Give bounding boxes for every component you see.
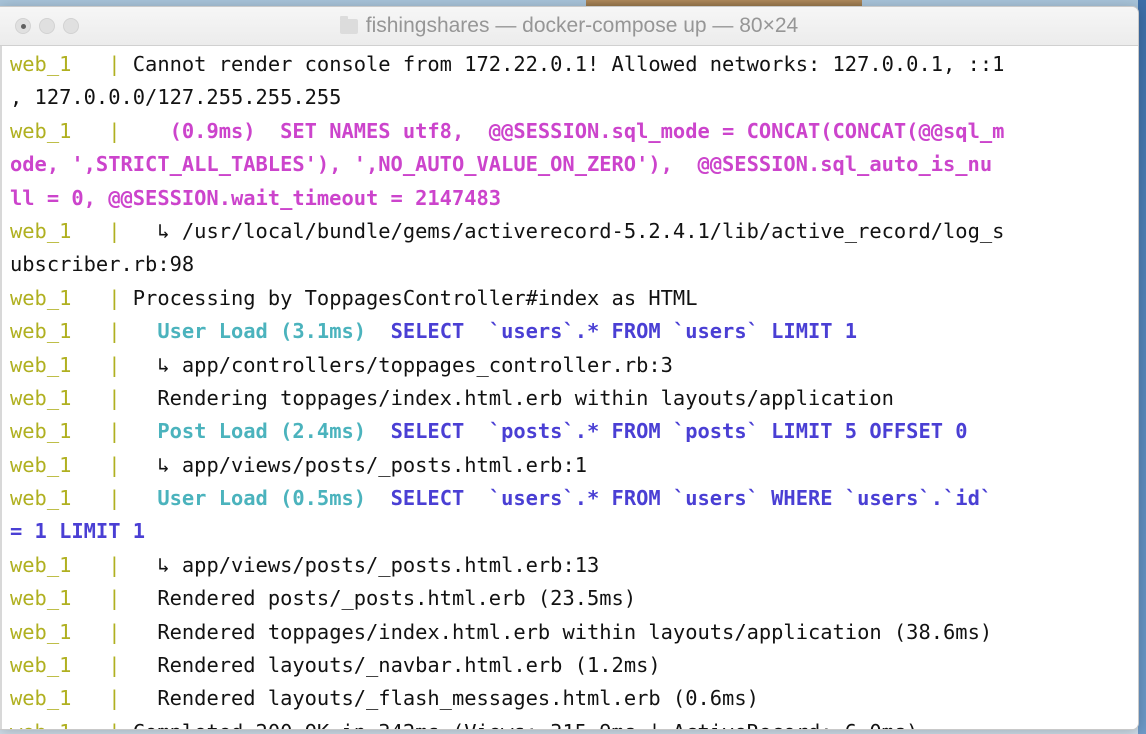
terminal-text-span: = 1 LIMIT 1 — [10, 519, 146, 544]
desktop-right-strip — [1138, 0, 1146, 734]
terminal-text-span: web_1 — [10, 419, 109, 444]
terminal-text-span: Processing by ToppagesController#index a… — [132, 285, 698, 310]
terminal-text-span: Completed 200 OK in 342ms (Views: 315.9m… — [133, 720, 919, 729]
terminal-text-span: ↳ /usr/local/bundle/gems/activerecord-5.… — [132, 218, 1005, 243]
terminal-text-span: , 127.0.0.0/127.255.255.255 — [10, 85, 342, 110]
terminal-text-span: SELECT `users`.* FROM `users` LIMIT 1 — [366, 319, 858, 344]
terminal-line: web_1 | Rendered toppages/index.html.erb… — [10, 616, 1138, 649]
terminal-line: web_1 | Rendered posts/_posts.html.erb (… — [10, 582, 1138, 615]
terminal-line: web_1 | User Load (3.1ms) SELECT `users`… — [10, 315, 1138, 348]
terminal-text-span: User Load (3.1ms) — [132, 319, 367, 344]
terminal-text-span: | — [108, 586, 133, 611]
terminal-text-span: SELECT `users`.* FROM `users` WHERE `use… — [366, 486, 993, 511]
terminal-text-span: (0.9ms) SET NAMES utf8, @@SESSION.sql_mo… — [132, 118, 1005, 143]
terminal-text-span: ↳ app/controllers/toppages_controller.rb… — [132, 352, 673, 377]
terminal-line: web_1 | Post Load (2.4ms) SELECT `posts`… — [10, 415, 1138, 448]
terminal-line: web_1 | Processing by ToppagesController… — [10, 282, 1138, 315]
terminal-text-span: web_1 — [10, 686, 109, 711]
terminal-text-span: web_1 — [10, 118, 109, 143]
terminal-output-area[interactable]: web_1 | Cannot render console from 172.2… — [0, 46, 1138, 729]
terminal-text-span: | — [108, 720, 133, 729]
terminal-text-span: web_1 — [10, 385, 109, 410]
terminal-text-span: ↳ app/views/posts/_posts.html.erb:13 — [132, 552, 600, 577]
terminal-text-span: | — [108, 385, 133, 410]
close-button[interactable] — [15, 18, 31, 34]
terminal-text-span: | — [108, 352, 133, 377]
terminal-line: web_1 | Rendering toppages/index.html.er… — [10, 382, 1138, 415]
terminal-text-span: | — [108, 118, 133, 143]
terminal-text-span: | — [108, 552, 133, 577]
terminal-text-span: Post Load (2.4ms) — [132, 419, 367, 444]
terminal-text-span: web_1 — [10, 586, 109, 611]
terminal-line: web_1 | ↳ /usr/local/bundle/gems/activer… — [10, 215, 1138, 248]
terminal-text-span: web_1 — [10, 552, 109, 577]
terminal-text-span: web_1 — [10, 52, 109, 76]
terminal-text-span: ode, ',STRICT_ALL_TABLES'), ',NO_AUTO_VA… — [10, 152, 993, 177]
terminal-text-span: web_1 — [10, 218, 109, 243]
terminal-text-span: | — [108, 52, 133, 76]
terminal-line: web_1 | Cannot render console from 172.2… — [10, 48, 1138, 81]
window-title-text: fishingshares — docker-compose up — 80×2… — [365, 14, 799, 37]
terminal-text-span: | — [108, 419, 133, 444]
minimize-button[interactable] — [39, 18, 55, 34]
terminal-text-span: | — [108, 619, 133, 644]
terminal-text-span: Rendering toppages/index.html.erb within… — [132, 385, 894, 410]
terminal-line: , 127.0.0.0/127.255.255.255 — [10, 81, 1138, 114]
terminal-text-span: web_1 — [10, 452, 109, 477]
traffic-light-group — [15, 18, 79, 34]
terminal-text-span: | — [108, 486, 133, 511]
folder-icon — [339, 15, 358, 34]
window-left-edge — [0, 46, 2, 729]
terminal-text-span: web_1 — [10, 352, 109, 377]
terminal-text-span: Rendered layouts/_flash_messages.html.er… — [132, 686, 759, 711]
terminal-text-span: ll = 0, @@SESSION.wait_timeout = 2147483 — [10, 185, 502, 210]
terminal-line: web_1 | User Load (0.5ms) SELECT `users`… — [10, 482, 1138, 515]
terminal-line: web_1 | ↳ app/views/posts/_posts.html.er… — [10, 549, 1138, 582]
title-bar[interactable]: fishingshares — docker-compose up — 80×2… — [0, 7, 1138, 46]
window-title: fishingshares — docker-compose up — 80×2… — [0, 7, 1138, 45]
terminal-line: web_1 | ↳ app/controllers/toppages_contr… — [10, 349, 1138, 382]
terminal-text-span: Cannot render console from 172.22.0.1! A… — [132, 52, 1005, 76]
terminal-text-span: web_1 — [10, 653, 109, 678]
terminal-text-span: web_1 — [10, 720, 108, 729]
terminal-text-span: Rendered layouts/_navbar.html.erb (1.2ms… — [132, 653, 661, 678]
terminal-lines: web_1 | Cannot render console from 172.2… — [0, 48, 1138, 729]
terminal-line: ode, ',STRICT_ALL_TABLES'), ',NO_AUTO_VA… — [10, 148, 1138, 181]
terminal-text-span: Rendered toppages/index.html.erb within … — [132, 619, 993, 644]
terminal-text-span: | — [108, 319, 133, 344]
terminal-line: web_1 | ↳ app/views/posts/_posts.html.er… — [10, 449, 1138, 482]
terminal-line: web_1 | (0.9ms) SET NAMES utf8, @@SESSIO… — [10, 115, 1138, 148]
terminal-line: ubscriber.rb:98 — [10, 248, 1138, 281]
terminal-text-span: web_1 — [10, 486, 109, 511]
terminal-text-span: ubscriber.rb:98 — [10, 252, 195, 277]
terminal-text-span: | — [108, 218, 133, 243]
terminal-text-span: Rendered posts/_posts.html.erb (23.5ms) — [132, 586, 637, 611]
terminal-line: ll = 0, @@SESSION.wait_timeout = 2147483 — [10, 182, 1138, 215]
terminal-text-span: ↳ app/views/posts/_posts.html.erb:1 — [132, 452, 588, 477]
close-dot-icon — [20, 23, 26, 29]
zoom-button[interactable] — [63, 18, 79, 34]
terminal-text-span: web_1 — [10, 285, 109, 310]
terminal-line: web_1 | Rendered layouts/_navbar.html.er… — [10, 649, 1138, 682]
terminal-line: web_1 | Rendered layouts/_flash_messages… — [10, 682, 1138, 715]
terminal-text-span: | — [108, 285, 133, 310]
terminal-text-span: | — [108, 452, 133, 477]
terminal-text-span: | — [108, 653, 133, 678]
terminal-line: = 1 LIMIT 1 — [10, 515, 1138, 548]
terminal-window[interactable]: fishingshares — docker-compose up — 80×2… — [0, 6, 1139, 730]
terminal-text-span: SELECT `posts`.* FROM `posts` LIMIT 5 OF… — [366, 419, 968, 444]
terminal-text-span: User Load (0.5ms) — [132, 486, 367, 511]
terminal-text-span: web_1 — [10, 619, 109, 644]
terminal-line: web_1 | Completed 200 OK in 342ms (Views… — [10, 716, 1138, 729]
terminal-text-span: | — [108, 686, 133, 711]
terminal-text-span: web_1 — [10, 319, 109, 344]
